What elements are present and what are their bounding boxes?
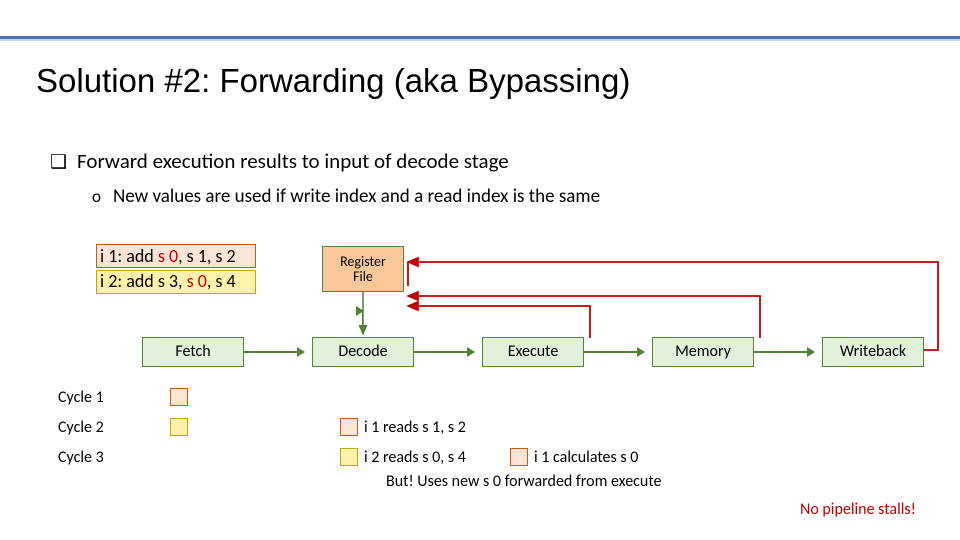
instruction-1: i 1: add s 0, s 1, s 2 [100,244,236,269]
cycle-3-label: Cycle 3 [58,448,104,467]
top-accent-bar [0,36,960,41]
note-but: But! Uses new s 0 forwarded from execute [386,472,661,491]
cycle3-i2-decode [340,448,358,466]
cycle2-i1-decode [340,418,358,436]
instr1-s0: s 0 [158,245,178,267]
arrow-decode-execute [414,351,474,353]
instr2-s0: s 0 [187,270,207,292]
cycle1-i1-fetch [170,388,188,406]
stage-decode: Decode [312,337,414,367]
bullet-sub: New values are used if write index and a… [92,185,600,208]
cycle-2-label: Cycle 2 [58,418,104,437]
cycle-1-label: Cycle 1 [58,388,104,407]
instr2-prefix: i 2: add s 3, [100,270,187,292]
arrow-regfile-decode [362,310,363,330]
instr2-rest: , s 4 [207,270,236,292]
note-final: No pipeline stalls! [800,500,916,519]
register-file-box: Register File [322,246,404,292]
bullet-main: Forward execution results to input of de… [50,148,509,174]
stage-memory: Memory [652,337,754,367]
instr1-prefix: i 1: add [100,245,158,267]
arrow-fetch-decode [244,351,304,353]
instruction-list: i 1: add s 0, s 1, s 2 i 2: add s 3, s 0… [100,244,236,294]
arrow-execute-memory [584,351,644,353]
cycle2-i2-fetch [170,418,188,436]
note-cycle3-b: i 1 calculates s 0 [534,448,638,467]
instr1-rest: , s 1, s 2 [178,245,236,267]
instruction-2: i 2: add s 3, s 0, s 4 [100,269,236,294]
slide-title: Solution #2: Forwarding (aka Bypassing) [36,62,630,100]
stage-fetch: Fetch [142,337,244,367]
stage-execute: Execute [482,337,584,367]
note-cycle3-a: i 2 reads s 0, s 4 [364,448,466,467]
stage-writeback: Writeback [822,337,924,367]
arrow-memory-writeback [754,351,814,353]
register-file-label: Register File [340,254,386,285]
cycle3-i1-execute [510,448,528,466]
note-cycle2: i 1 reads s 1, s 2 [364,418,466,437]
